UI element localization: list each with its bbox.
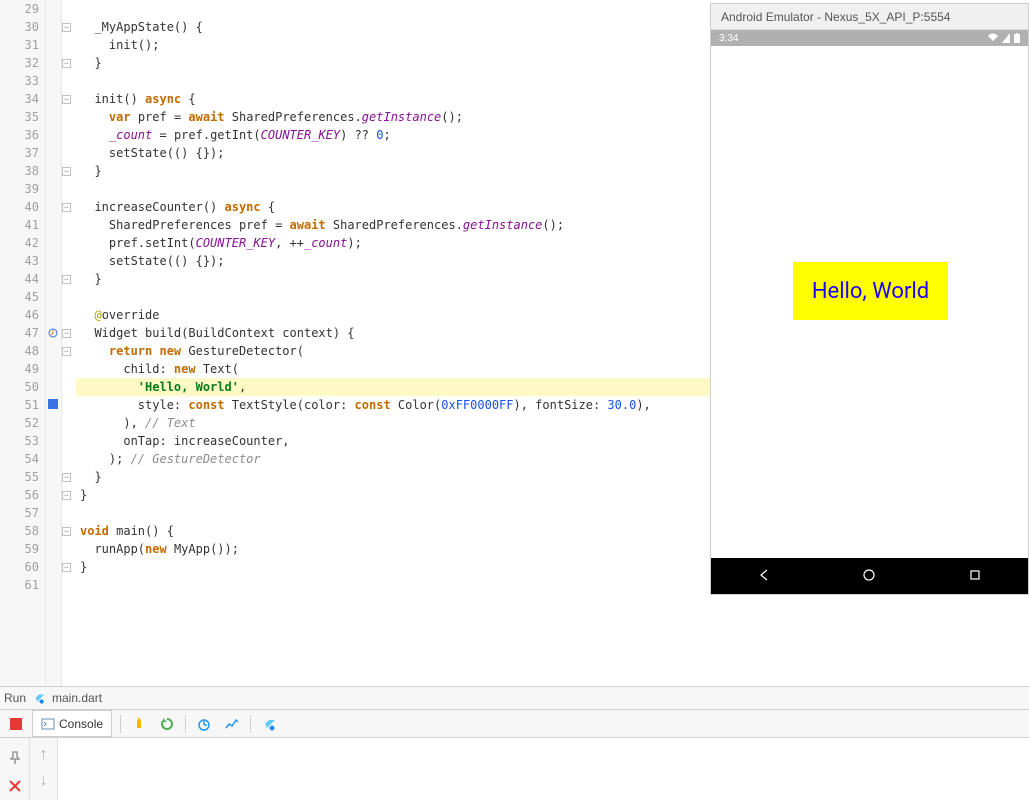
stop-button[interactable] bbox=[10, 718, 22, 730]
code-line[interactable]: Widget build(BuildContext context) { bbox=[76, 324, 710, 342]
emulator-window[interactable]: Android Emulator - Nexus_5X_API_P:5554 3… bbox=[710, 3, 1029, 595]
console-toolbar: Console bbox=[0, 710, 1029, 738]
battery-icon bbox=[1014, 33, 1020, 43]
code-line[interactable]: style: const TextStyle(color: const Colo… bbox=[76, 396, 710, 414]
code-line[interactable] bbox=[76, 576, 710, 594]
code-line[interactable]: increaseCounter() async { bbox=[76, 198, 710, 216]
separator bbox=[120, 715, 121, 733]
console-icon bbox=[41, 717, 55, 731]
nav-home-icon[interactable] bbox=[862, 568, 876, 585]
code-line[interactable]: } bbox=[76, 54, 710, 72]
console-body: ↑ ↓ bbox=[0, 738, 1029, 800]
hello-world-widget[interactable]: Hello, World bbox=[793, 262, 948, 320]
arrow-down-icon[interactable]: ↓ bbox=[40, 772, 48, 790]
wifi-icon bbox=[988, 33, 998, 43]
code-line[interactable]: onTap: increaseCounter, bbox=[76, 432, 710, 450]
signal-icon bbox=[1002, 33, 1010, 43]
code-area[interactable]: _MyAppState() { init(); } init() async {… bbox=[76, 0, 710, 686]
emulator-status-bar: 3:34 bbox=[711, 30, 1028, 46]
emulator-pane: Android Emulator - Nexus_5X_API_P:5554 3… bbox=[710, 0, 1029, 686]
separator bbox=[185, 715, 186, 733]
code-line[interactable]: ); // GestureDetector bbox=[76, 450, 710, 468]
emulator-screen[interactable]: Hello, World bbox=[711, 46, 1028, 558]
arrow-column: ↑ ↓ bbox=[30, 738, 58, 800]
code-line[interactable]: setState(() {}); bbox=[76, 252, 710, 270]
separator bbox=[250, 715, 251, 733]
status-icons bbox=[984, 33, 1020, 43]
code-line[interactable]: var pref = await SharedPreferences.getIn… bbox=[76, 108, 710, 126]
code-line-highlighted[interactable]: 'Hello, World', bbox=[76, 378, 710, 396]
code-line[interactable] bbox=[76, 0, 710, 18]
code-line[interactable]: } bbox=[76, 558, 710, 576]
nav-back-icon[interactable] bbox=[757, 568, 771, 585]
pin-icon[interactable] bbox=[7, 750, 23, 766]
timeline-button[interactable] bbox=[224, 716, 240, 732]
flutter-icon bbox=[32, 691, 46, 705]
code-line[interactable]: } bbox=[76, 468, 710, 486]
emulator-title: Android Emulator - Nexus_5X_API_P:5554 bbox=[711, 4, 1028, 30]
arrow-up-icon[interactable]: ↑ bbox=[40, 746, 48, 764]
code-line[interactable]: SharedPreferences pref = await SharedPre… bbox=[76, 216, 710, 234]
code-line[interactable]: pref.setInt(COUNTER_KEY, ++_count); bbox=[76, 234, 710, 252]
code-line[interactable]: } bbox=[76, 162, 710, 180]
console-label: Console bbox=[59, 717, 103, 731]
code-line[interactable]: } bbox=[76, 486, 710, 504]
code-line[interactable]: _MyAppState() { bbox=[76, 18, 710, 36]
observatory-button[interactable] bbox=[196, 716, 212, 732]
status-time: 3:34 bbox=[719, 33, 738, 44]
code-line[interactable]: child: new Text( bbox=[76, 360, 710, 378]
hot-reload-button[interactable] bbox=[131, 716, 147, 732]
nav-recent-icon[interactable] bbox=[968, 568, 982, 585]
annotation-gutter bbox=[46, 0, 62, 686]
code-line[interactable] bbox=[76, 180, 710, 198]
code-line[interactable]: _count = pref.getInt(COUNTER_KEY) ?? 0; bbox=[76, 126, 710, 144]
fold-gutter: −−−−−−−−−−−− bbox=[62, 0, 76, 686]
code-line[interactable] bbox=[76, 288, 710, 306]
line-number-gutter: 2930313233343536373839404142434445464748… bbox=[0, 0, 46, 686]
code-line[interactable]: setState(() {}); bbox=[76, 144, 710, 162]
console-text-area[interactable] bbox=[58, 738, 1029, 800]
code-line[interactable]: @override bbox=[76, 306, 710, 324]
run-bar[interactable]: Run main.dart bbox=[0, 686, 1029, 710]
code-line[interactable]: void main() { bbox=[76, 522, 710, 540]
emulator-nav-bar bbox=[711, 558, 1028, 594]
side-tool-column bbox=[0, 738, 30, 800]
code-line[interactable] bbox=[76, 504, 710, 522]
code-line[interactable]: ), // Text bbox=[76, 414, 710, 432]
console-tab[interactable]: Console bbox=[32, 710, 112, 737]
flutter-inspector-button[interactable] bbox=[261, 716, 277, 732]
console-output[interactable]: ↑ ↓ bbox=[30, 738, 1029, 800]
code-line[interactable]: runApp(new MyApp()); bbox=[76, 540, 710, 558]
restart-button[interactable] bbox=[159, 716, 175, 732]
code-line[interactable]: } bbox=[76, 270, 710, 288]
close-icon[interactable] bbox=[7, 778, 23, 794]
code-line[interactable]: init() async { bbox=[76, 90, 710, 108]
main-split: 2930313233343536373839404142434445464748… bbox=[0, 0, 1029, 686]
code-line[interactable]: return new GestureDetector( bbox=[76, 342, 710, 360]
editor-pane[interactable]: 2930313233343536373839404142434445464748… bbox=[0, 0, 710, 686]
run-file-name: main.dart bbox=[52, 691, 102, 705]
code-line[interactable]: init(); bbox=[76, 36, 710, 54]
code-line[interactable] bbox=[76, 72, 710, 90]
ide-window: 2930313233343536373839404142434445464748… bbox=[0, 0, 1029, 800]
run-label: Run bbox=[4, 691, 26, 705]
